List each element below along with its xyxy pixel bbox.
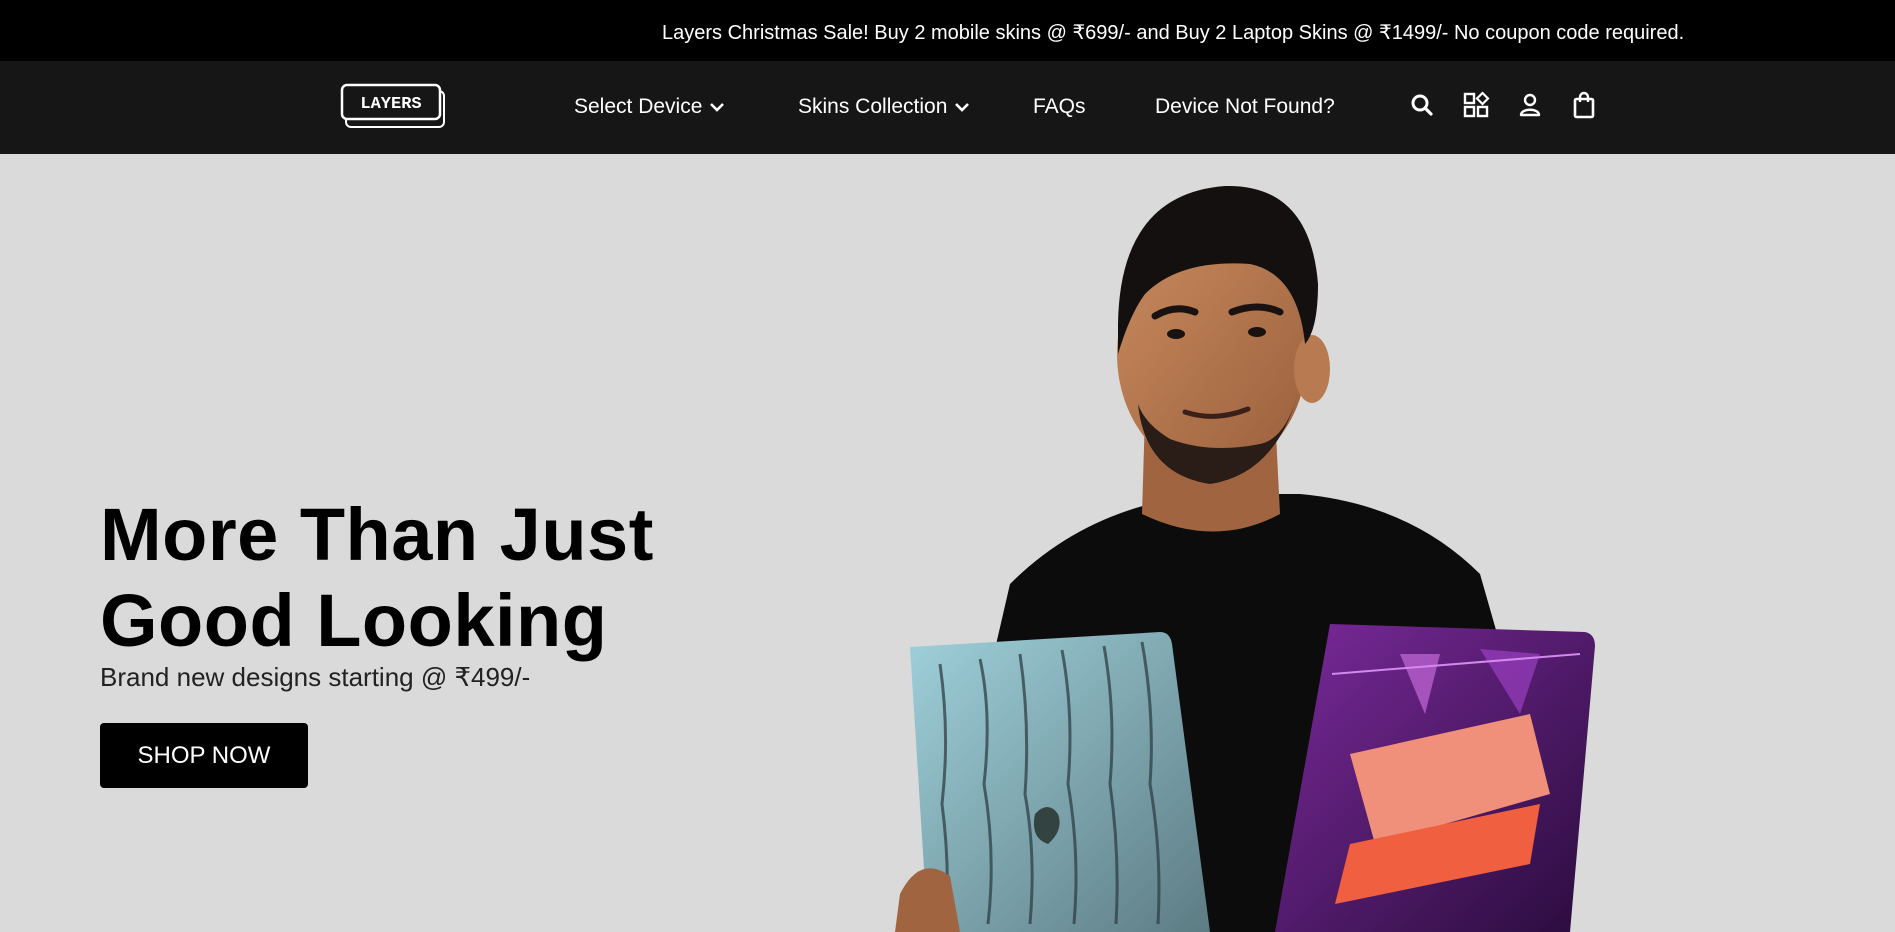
logo-text: LAYERS <box>360 95 421 114</box>
brand-logo[interactable]: LAYERS <box>340 81 448 131</box>
nav-faqs[interactable]: FAQs <box>1033 95 1086 119</box>
hero-title-line-1: More Than Just <box>100 493 654 576</box>
nav-select-device-label: Select Device <box>574 95 703 118</box>
nav-device-not-found[interactable]: Device Not Found? <box>1155 95 1335 119</box>
shop-now-button[interactable]: SHOP NOW <box>100 723 308 788</box>
hero-title-line-2: Good Looking <box>100 579 608 662</box>
nav-device-not-found-label: Device Not Found? <box>1155 95 1335 118</box>
announcement-text: Layers Christmas Sale! Buy 2 mobile skin… <box>662 22 1685 44</box>
hero-title: More Than Just Good Looking <box>100 492 654 664</box>
hero-banner: More Than Just Good Looking Brand new de… <box>0 154 1895 932</box>
chevron-down-icon <box>708 98 726 116</box>
shopping-bag-icon[interactable] <box>1570 91 1598 119</box>
main-navigation: LAYERS Select Device Skins Collection FA… <box>0 61 1895 154</box>
nav-select-device[interactable]: Select Device <box>574 95 726 119</box>
nav-skins-collection[interactable]: Skins Collection <box>798 95 971 119</box>
search-icon[interactable] <box>1408 91 1436 119</box>
announcement-bar: Layers Christmas Sale! Buy 2 mobile skin… <box>0 0 1895 61</box>
layers-logo-icon: LAYERS <box>340 83 445 128</box>
apps-grid-icon[interactable] <box>1462 91 1490 119</box>
chevron-down-icon <box>953 98 971 116</box>
hero-model-image <box>895 185 1595 932</box>
nav-faqs-label: FAQs <box>1033 95 1086 118</box>
user-icon[interactable] <box>1516 91 1544 119</box>
nav-skins-collection-label: Skins Collection <box>798 95 948 118</box>
hero-subtitle: Brand new designs starting @ ₹499/- <box>100 662 531 692</box>
